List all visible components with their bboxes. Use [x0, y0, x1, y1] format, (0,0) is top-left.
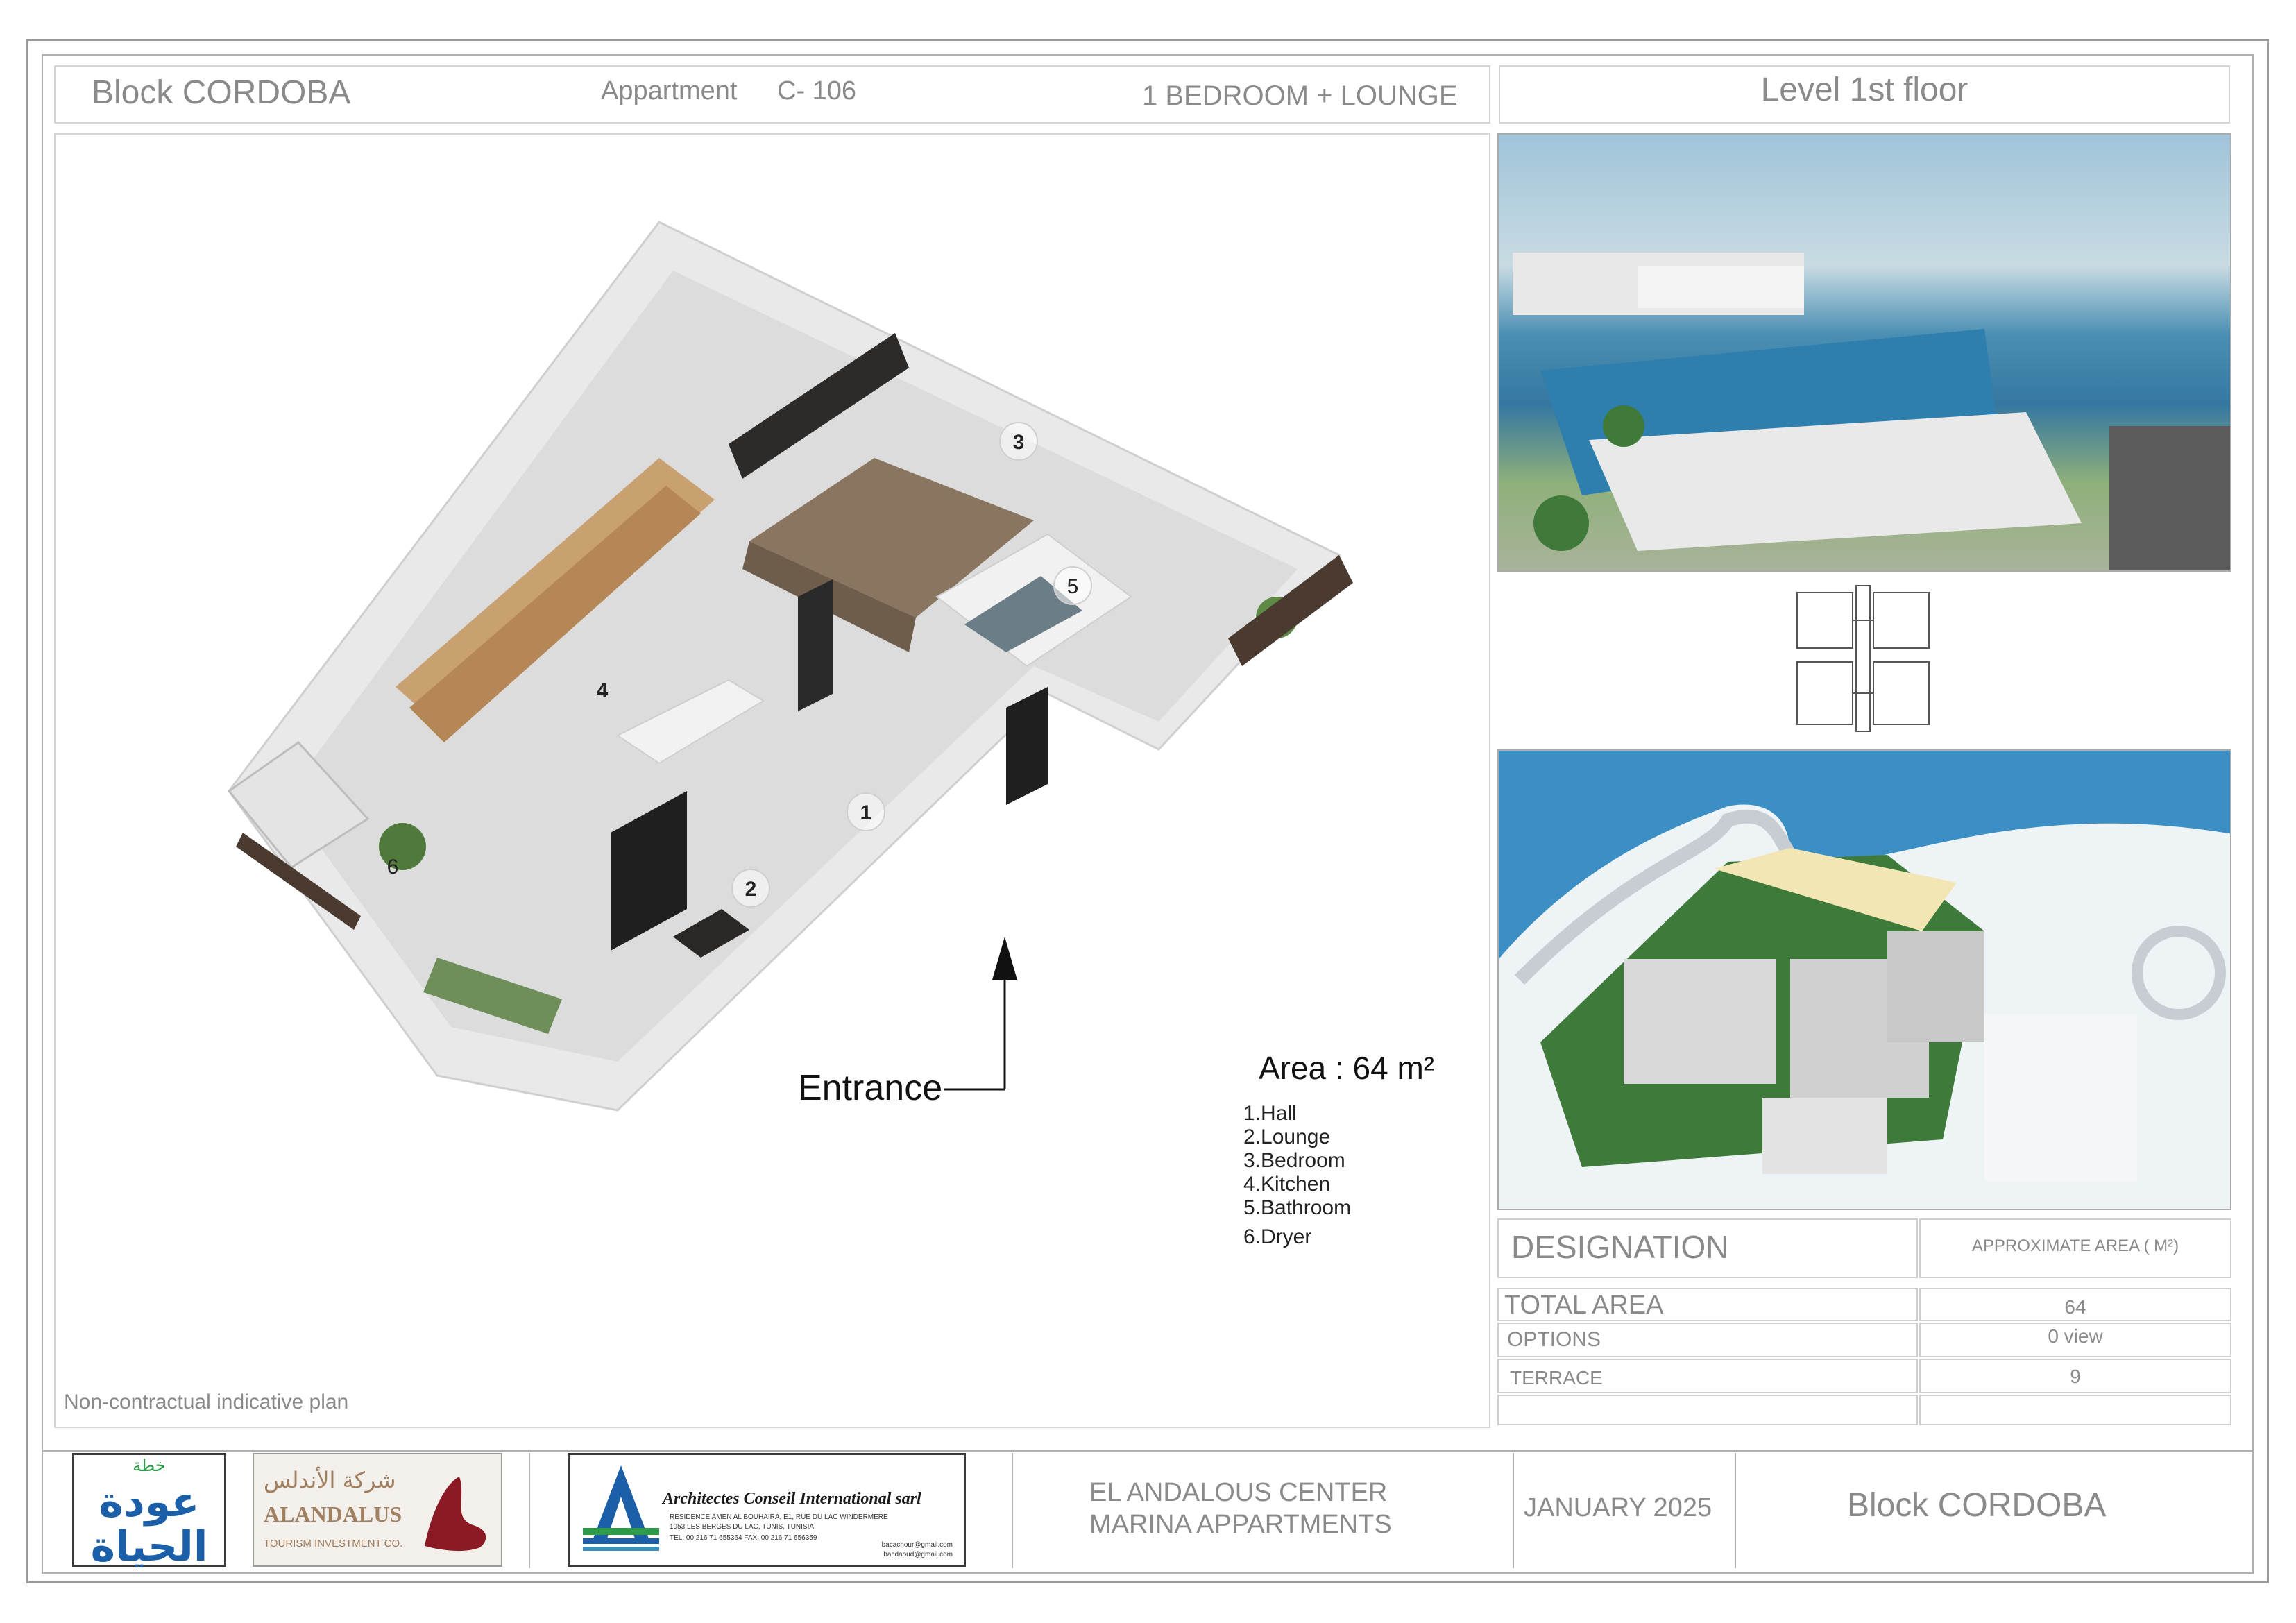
issue-date: JANUARY 2025: [1524, 1493, 1712, 1522]
architect-address-2: 1053 LES BERGES DU LAC, TUNIS, TUNISIA: [670, 1523, 815, 1531]
table-row-options-label: OPTIONS: [1507, 1328, 1601, 1351]
room-badge-1: 1: [847, 792, 885, 831]
room-badge-3: 3: [999, 422, 1038, 461]
legend-item-lounge: 2.Lounge: [1243, 1125, 1331, 1148]
project-name-line-1: EL ANDALOUS CENTER: [1089, 1478, 1388, 1507]
architect-email-1: bacachour@gmail.com: [881, 1541, 953, 1549]
room-legend: 1.Hall 2.Lounge 3.Bedroom 4.Kitchen 5.Ba…: [1243, 1102, 1351, 1249]
architect-email-2: bacdaoud@gmail.com: [883, 1551, 953, 1558]
block-title: Block CORDOBA: [92, 74, 351, 111]
block-plan-thumbnail: [1796, 585, 1930, 732]
logo2-subtitle: TOURISM INVESTMENT CO.: [264, 1538, 403, 1549]
entrance-label: Entrance: [798, 1068, 943, 1108]
logo2-arabic: شركة الأندلس: [264, 1467, 396, 1493]
apartment-type: 1 BEDROOM + LOUNGE: [1142, 80, 1458, 111]
table-col-area: APPROXIMATE AREA ( M²): [1971, 1237, 2179, 1255]
logo-architectes-conseil: Architectes Conseil International sarl R…: [568, 1453, 966, 1567]
footer-divider-1: [529, 1453, 530, 1568]
table-row-total-label: TOTAL AREA: [1504, 1291, 1664, 1320]
table-row-empty-value: [1919, 1395, 2231, 1425]
legend-item-bathroom: 5.Bathroom: [1243, 1196, 1352, 1219]
site-plan-sketch: [1499, 804, 2230, 1209]
logo1-top-text: خطة: [133, 1456, 166, 1475]
apartment-code: C- 106: [777, 76, 857, 105]
aerial-render-image: [1497, 133, 2231, 572]
footer-divider-2: [1012, 1453, 1013, 1568]
project-name-line-2: MARINA APPARTMENTS: [1089, 1510, 1392, 1539]
aerial-render-sketch: [1513, 253, 2230, 570]
entrance-arrow-icon: [944, 937, 1017, 1091]
table-row-empty: [1497, 1395, 1918, 1425]
legend-item-dryer: 6.Dryer: [1243, 1225, 1312, 1248]
architect-name: Architectes Conseil International sarl: [663, 1490, 921, 1508]
table-row-terrace-value: 9: [2070, 1366, 2081, 1387]
legend-item-kitchen: 4.Kitchen: [1243, 1173, 1331, 1196]
architect-phone: TEL: 00 216 71 655364 FAX: 00 216 71 656…: [670, 1534, 817, 1542]
architect-address-1: RESIDENCE AMEN AL BOUHAIRA, E1, RUE DU L…: [670, 1513, 888, 1521]
logo-alandalus: شركة الأندلس ALANDALUS TOURISM INVESTMEN…: [253, 1453, 502, 1567]
footer-divider-3: [1513, 1453, 1514, 1568]
logo-awdat-alhayat: خطة عودة الحياة: [72, 1453, 226, 1571]
isometric-floor-plan: [227, 221, 1353, 1112]
room-badge-4: 4: [596, 679, 609, 702]
legend-item-bedroom: 3.Bedroom: [1243, 1149, 1345, 1172]
table-row-total-value: 64: [2064, 1296, 2086, 1318]
footer-divider-4: [1735, 1453, 1736, 1568]
room-badge-6: 6: [386, 856, 399, 878]
logo1-main-text: عودة الحياة: [90, 1478, 208, 1571]
disclaimer-note: Non-contractual indicative plan: [64, 1391, 349, 1413]
apartment-label: Appartment: [601, 76, 738, 105]
table-row-terrace-label: TERRACE: [1510, 1367, 1603, 1388]
table-row-options-value: 0 view: [2048, 1325, 2103, 1347]
footer-block-name: Block CORDOBA: [1847, 1487, 2107, 1524]
legend-item-hall: 1.Hall: [1243, 1102, 1297, 1125]
room-badge-5: 5: [1053, 566, 1092, 605]
footer-strip: [42, 1450, 2254, 1452]
site-master-plan-image: [1497, 749, 2231, 1210]
level-title: Level 1st floor: [1760, 71, 1968, 108]
room-badge-2: 2: [731, 869, 770, 908]
logo2-calligraphy-icon: [425, 1477, 486, 1552]
area-label: Area : 64 m²: [1259, 1050, 1435, 1086]
logo2-english: ALANDALUS: [264, 1502, 402, 1527]
architect-logo-icon: [583, 1465, 659, 1551]
table-col-designation: DESIGNATION: [1511, 1229, 1729, 1265]
